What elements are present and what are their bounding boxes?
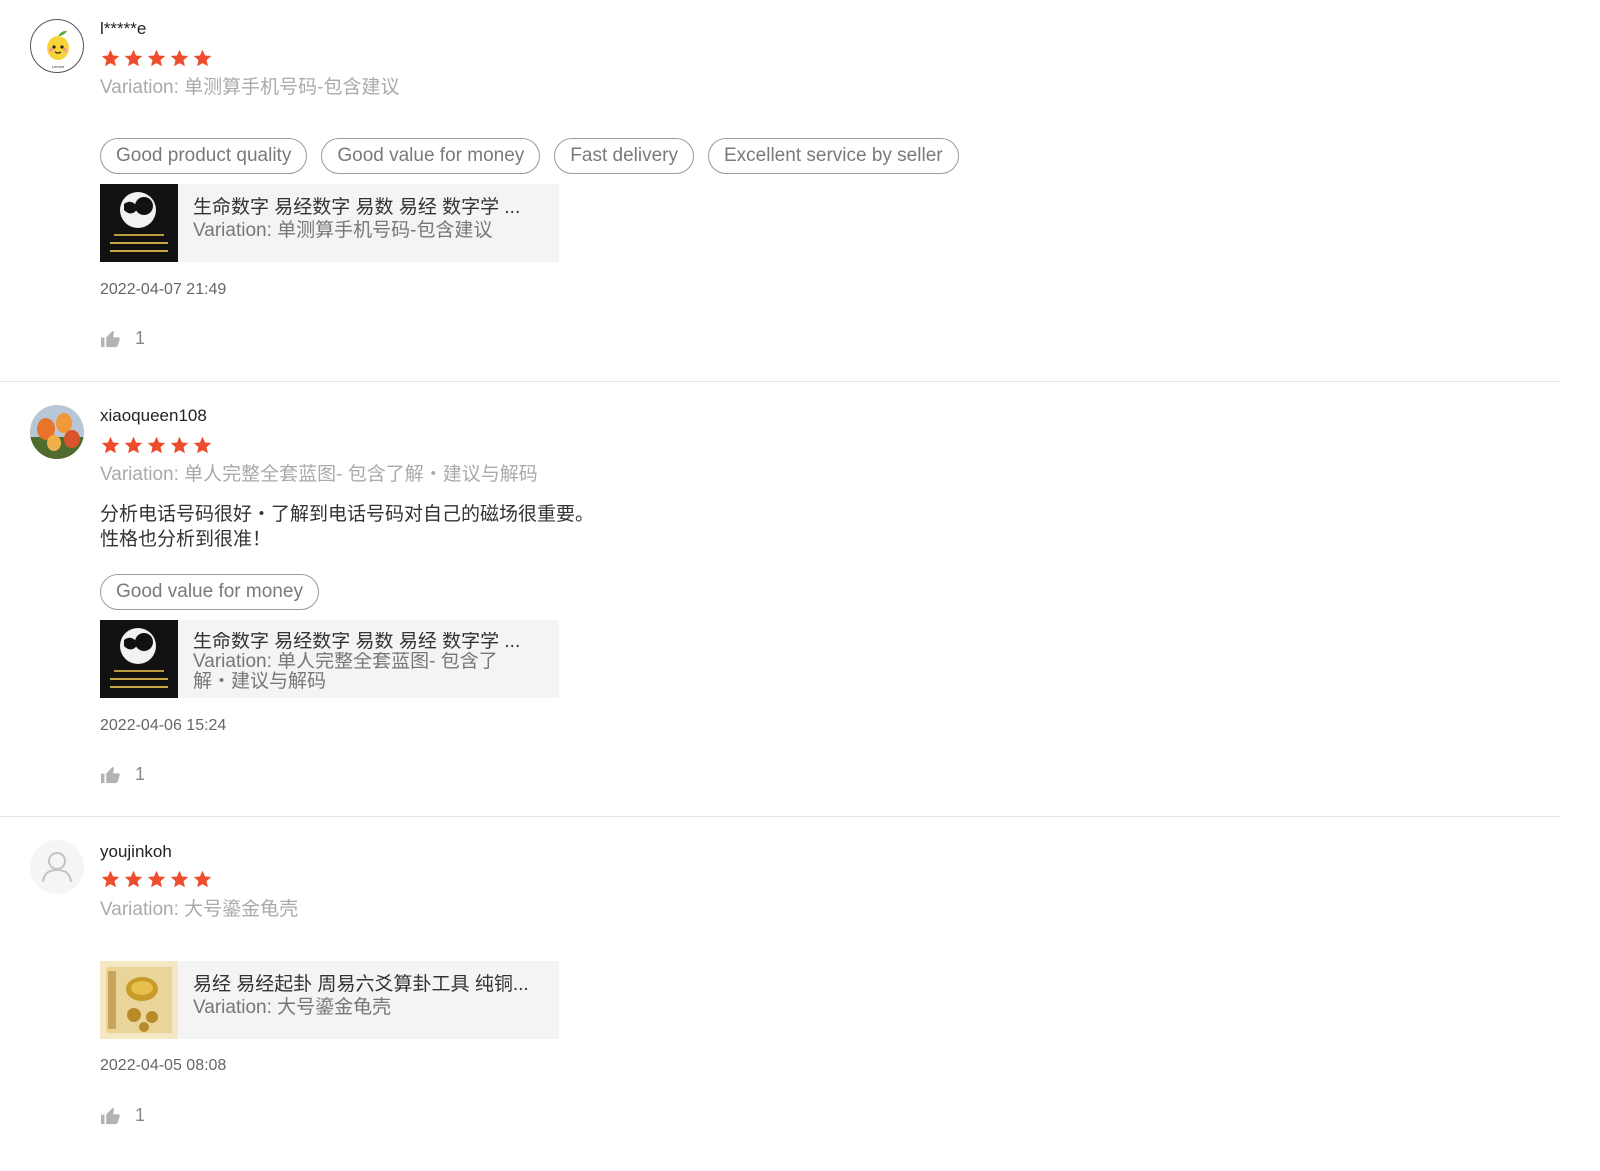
review-date: 2022-04-07 21:49	[100, 281, 227, 298]
star-icon	[147, 49, 166, 67]
yijing-numbers-thumbnail-icon	[100, 184, 178, 262]
product-variation: Variation: 大号鎏金龟壳	[193, 997, 392, 1018]
review-item: Lemon l*****e Variation: 单测算手机号码-包含建议 Go…	[0, 0, 1560, 380]
review-username: l*****e	[100, 19, 147, 38]
review-date: 2022-04-06 15:24	[100, 717, 227, 734]
star-rating	[100, 48, 213, 70]
review-tags: Good value for money	[100, 574, 319, 610]
cartoon-lemon-avatar-icon: Lemon	[47, 30, 69, 69]
user-avatar[interactable]	[30, 840, 84, 894]
product-card[interactable]: 生命数字 易经数字 易数 易经 数字学 ... Variation: 单人完整全…	[100, 620, 559, 698]
svg-text:Lemon: Lemon	[52, 64, 64, 69]
star-icon	[170, 436, 189, 454]
review-tag: Good value for money	[321, 138, 541, 174]
product-title: 易经 易经起卦 周易六爻算卦工具 纯铜...	[193, 974, 529, 995]
star-icon	[101, 49, 120, 67]
star-rating	[100, 435, 213, 457]
star-rating	[100, 869, 213, 891]
star-icon	[170, 49, 189, 67]
user-avatar[interactable]: Lemon	[30, 19, 84, 73]
review-tag: Good value for money	[100, 574, 319, 610]
like-button[interactable]: 1	[100, 1105, 145, 1126]
product-variation: Variation: 单测算手机号码-包含建议	[193, 220, 493, 241]
thumbs-up-icon	[101, 1107, 120, 1125]
review-username: xiaoqueen108	[100, 406, 207, 425]
star-icon	[193, 436, 212, 454]
review-comment: 分析电话号码很好・了解到电话号码对自己的磁场很重要。 性格也分析到很准！	[100, 504, 595, 550]
user-avatar[interactable]	[30, 405, 84, 459]
review-variation: Variation: 单测算手机号码-包含建议	[100, 77, 400, 98]
review-tag: Good product quality	[100, 138, 308, 174]
yijing-numbers-thumbnail-icon	[100, 620, 178, 698]
star-icon	[170, 870, 189, 888]
like-button[interactable]: 1	[100, 328, 145, 349]
star-icon	[193, 49, 212, 67]
product-variation: Variation: 单人完整全套蓝图- 包含了解・建议与解码	[193, 652, 498, 692]
product-title: 生命数字 易经数字 易数 易经 数字学 ...	[193, 632, 521, 652]
review-variation: Variation: 单人完整全套蓝图- 包含了解・建议与解码	[100, 464, 538, 485]
review-item: xiaoqueen108 Variation: 单人完整全套蓝图- 包含了解・建…	[0, 382, 1560, 816]
review-tag: Excellent service by seller	[708, 138, 959, 174]
star-icon	[193, 870, 212, 888]
star-icon	[124, 49, 143, 67]
thumbs-up-icon	[101, 766, 120, 784]
star-icon	[101, 436, 120, 454]
flowers-photo-avatar-icon	[30, 405, 84, 459]
product-title: 生命数字 易经数字 易数 易经 数字学 ...	[193, 197, 521, 218]
product-card[interactable]: 易经 易经起卦 周易六爻算卦工具 纯铜... Variation: 大号鎏金龟壳	[100, 961, 559, 1039]
like-count: 1	[135, 1105, 146, 1125]
golden-turtle-shell-thumbnail-icon	[100, 961, 178, 1039]
star-icon	[147, 870, 166, 888]
review-tags: Good product quality Good value for mone…	[100, 138, 959, 174]
star-icon	[101, 870, 120, 888]
thumbs-up-icon	[101, 330, 120, 348]
like-button[interactable]: 1	[100, 764, 145, 785]
like-count: 1	[135, 328, 146, 348]
star-icon	[124, 436, 143, 454]
product-card[interactable]: 生命数字 易经数字 易数 易经 数字学 ... Variation: 单测算手机…	[100, 184, 559, 262]
review-tag: Fast delivery	[554, 138, 694, 174]
review-date: 2022-04-05 08:08	[100, 1057, 227, 1074]
review-variation: Variation: 大号鎏金龟壳	[100, 899, 299, 920]
default-user-avatar-icon	[42, 852, 72, 883]
review-item: youjinkoh Variation: 大号鎏金龟壳 易经 易经起卦 周易六爻…	[0, 817, 1560, 1171]
review-username: youjinkoh	[100, 842, 172, 861]
like-count: 1	[135, 764, 146, 784]
star-icon	[124, 870, 143, 888]
star-icon	[147, 436, 166, 454]
